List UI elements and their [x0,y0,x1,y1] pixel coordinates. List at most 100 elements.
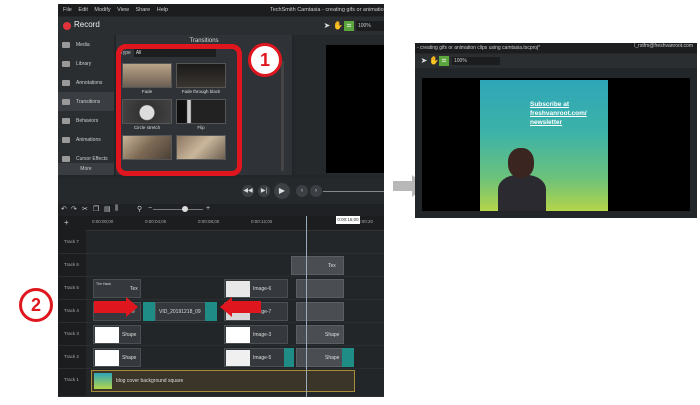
timeline-clip[interactable]: Image-3 [224,325,288,344]
window-title: TechSmith Camtasia - creating gifs or an… [270,7,384,13]
play-button[interactable]: ▶ [274,183,290,199]
undo-icon[interactable]: ↶ [61,205,67,213]
transition-marker[interactable] [205,302,217,321]
transition-marker[interactable] [342,348,354,367]
video-frame-poster: Subscribe at freshvanroot.com/ newslette… [480,80,608,211]
clip-thumbnail [226,281,250,297]
user-email: l_rstfm@freshvanroot.com [634,43,693,49]
transitions-icon [62,98,70,105]
sidebar-more-button[interactable]: More [58,163,114,175]
previous-button[interactable]: ‹ [296,185,308,197]
menu-share[interactable]: Share [136,7,151,13]
next-button[interactable]: › [310,185,322,197]
timeline-clip[interactable] [296,302,344,321]
clip-thumbnail [226,327,250,343]
crop-icon[interactable]: ⌗ [439,56,449,66]
ruler-tick: 0:00:00;00 [92,219,114,224]
preview-canvas[interactable] [326,45,384,173]
menu-help[interactable]: Help [157,7,168,13]
playhead-line[interactable] [306,216,307,397]
sidebar-item-media[interactable]: Media [58,35,114,54]
sidebar-item-animations[interactable]: Animations [58,130,114,149]
timeline-clip-background[interactable]: blog cover background square [91,370,355,392]
timeline-toolbar: ↶ ↷ ✂ ❐ ▤ ⫼ ⚲ − + [58,204,384,216]
zoom-in-icon[interactable]: + [206,205,210,212]
record-icon[interactable] [63,22,71,30]
arrow-head-right-icon [126,297,138,317]
split-icon[interactable]: ⫼ [115,205,118,213]
menu-modify[interactable]: Modify [94,7,110,13]
clip-thumbnail [95,350,119,366]
clip-thumbnail [226,350,250,366]
hand-icon[interactable]: ✋ [333,21,343,31]
zoom-search-icon[interactable]: ⚲ [137,205,142,213]
menu-bar: File Edit Modify View Share Help TechSmi… [58,4,384,16]
sidebar-item-transitions[interactable]: Transitions [58,92,114,111]
playhead-time[interactable]: 0:00:16;00 [336,216,360,224]
step-badge-2: 2 [19,288,53,322]
tools-sidebar: Media Library Annotations Transitions Be… [58,35,114,175]
animations-icon [62,136,70,143]
media-icon [62,41,70,48]
time-ruler[interactable]: 0:00:00;00 0:00:04;00 0:00:08;00 0:00:12… [86,216,384,231]
timeline-clip[interactable]: Shape [93,325,141,344]
clip-thumbnail [94,373,112,389]
paste-icon[interactable]: ▤ [104,205,111,213]
timeline-clip[interactable]: Shape [296,325,344,344]
zoom-out-icon[interactable]: − [148,205,152,212]
tutorial-figure: File Edit Modify View Share Help TechSmi… [0,0,700,405]
ruler-tick: 0:00:08;00 [198,219,220,224]
step-back-button[interactable]: ◀◀ [242,185,254,197]
camtasia-preview-screenshot: - creating gifs or animation clips using… [415,43,697,218]
timeline-clip[interactable]: Image-5 [224,348,286,367]
canvas-toolbar: ➤ ✋ ⌗ 100% [415,54,697,68]
record-toolbar: Record ➤ ✋ ⌗ 100% [58,17,384,35]
zoom-select[interactable]: 100% [356,21,384,31]
person-head [508,148,534,178]
record-button[interactable]: Record [74,20,100,29]
red-arrow-right [94,301,128,313]
step-badge-1: 1 [248,43,282,77]
zoom-select[interactable]: 100% [452,57,500,65]
sidebar-item-library[interactable]: Library [58,54,114,73]
timeline-clip[interactable]: The Hack Tex [93,279,141,298]
cursor-effects-icon [62,155,70,162]
sidebar-item-annotations[interactable]: Annotations [58,73,114,92]
ruler-tick: 0:00:12;00 [251,219,273,224]
ruler-tick: 0:00:20 [358,219,374,224]
timeline-clip[interactable]: Shape [93,348,141,367]
library-icon [62,60,70,67]
redo-icon[interactable]: ↷ [71,205,77,213]
crop-icon[interactable]: ⌗ [344,21,354,31]
transition-marker[interactable] [143,302,155,321]
menu-view[interactable]: View [117,7,129,13]
playback-controls: ◀◀ ▶| ▶ ‹ › [58,178,384,204]
annotations-icon [62,79,70,86]
copy-icon[interactable]: ❐ [93,205,99,213]
clip-thumbnail [95,327,119,343]
track-row: Track 7 [58,231,384,254]
timeline-clip[interactable] [296,279,344,298]
add-track-icon[interactable]: + [64,218,69,227]
behaviors-icon [62,117,70,124]
timeline-zoom-slider[interactable] [153,209,203,210]
ruler-tick: 0:00:04;00 [145,219,167,224]
timeline-clip[interactable]: Image-6 [224,279,288,298]
menu-file[interactable]: File [63,7,72,13]
timeline-clip[interactable]: Shape [296,348,344,367]
pointer-icon[interactable]: ➤ [419,56,429,66]
panel-scrollbar[interactable] [281,61,284,171]
menu-edit[interactable]: Edit [78,7,87,13]
pointer-icon[interactable]: ➤ [322,21,332,31]
scrub-bar[interactable] [323,191,384,192]
transition-marker[interactable] [284,348,294,367]
cut-icon[interactable]: ✂ [82,205,88,213]
timeline-clip[interactable]: Tex [291,256,344,275]
red-arrow-left [231,301,261,313]
previous-frame-button[interactable]: ▶| [258,185,270,197]
hand-icon[interactable]: ✋ [429,56,439,66]
person-body [498,175,546,211]
arrow-head-left-icon [220,297,232,317]
sidebar-item-behaviors[interactable]: Behaviors [58,111,114,130]
timeline-zoom-knob[interactable] [182,206,188,212]
